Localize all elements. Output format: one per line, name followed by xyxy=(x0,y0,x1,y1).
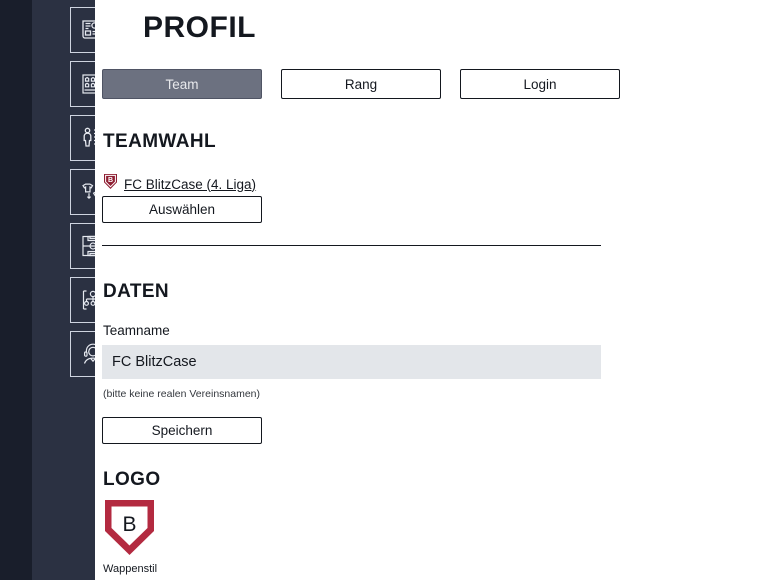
section-heading-logo: LOGO xyxy=(103,469,161,490)
team-link[interactable]: FC BlitzCase (4. Liga) xyxy=(124,177,256,192)
tab-bar: Team Rang Login xyxy=(102,69,620,99)
section-divider xyxy=(102,245,601,246)
crest-preview[interactable]: B xyxy=(103,498,156,563)
tab-login[interactable]: Login xyxy=(460,69,620,99)
save-button[interactable]: Speichern xyxy=(102,417,262,444)
section-heading-teamwahl: TEAMWAHL xyxy=(103,131,216,152)
main-content: PROFIL Team Rang Login TEAMWAHL B FC Bli… xyxy=(95,0,774,580)
section-heading-daten: DATEN xyxy=(103,281,170,302)
tab-team[interactable]: Team xyxy=(102,69,262,99)
select-team-button[interactable]: Auswählen xyxy=(102,196,262,223)
teamname-input[interactable] xyxy=(102,345,601,379)
svg-text:B: B xyxy=(122,513,136,536)
tab-rang[interactable]: Rang xyxy=(281,69,441,99)
crest-shield-icon: B xyxy=(105,500,154,555)
page-title: PROFIL xyxy=(143,11,256,44)
team-crest-badge-icon: B xyxy=(103,173,118,195)
teamname-hint: (bitte keine realen Vereinsnamen) xyxy=(103,388,261,400)
teamname-label: Teamname xyxy=(103,323,170,338)
sidebar-nav xyxy=(32,0,116,580)
svg-text:B: B xyxy=(108,177,113,184)
left-edge-rail xyxy=(0,0,32,580)
crest-caption: Wappenstil xyxy=(103,563,158,575)
team-selection-row: B FC BlitzCase (4. Liga) xyxy=(103,173,256,195)
